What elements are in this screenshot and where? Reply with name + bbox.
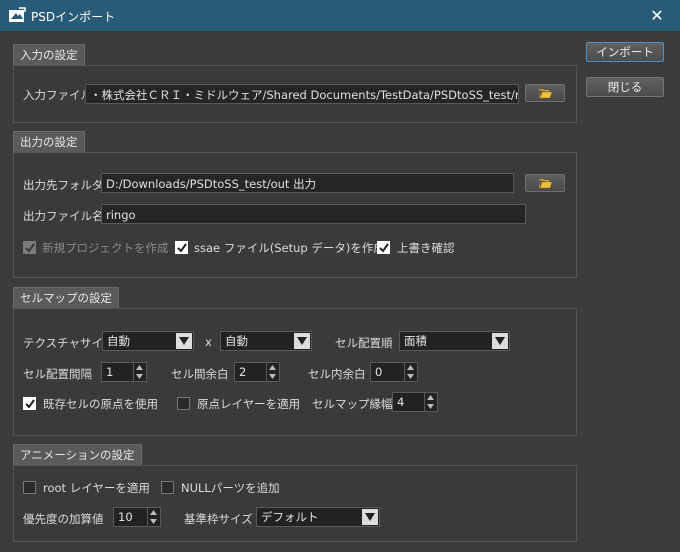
anim-panel <box>13 465 577 542</box>
window-title: PSDインポート <box>31 10 116 24</box>
root-layer-label: root レイヤーを適用 <box>43 481 150 495</box>
priority-label: 優先度の加算値 <box>23 512 104 526</box>
texture-size-label: テクスチャサイズ <box>23 336 115 350</box>
cell-order-label: セル配置順 <box>335 336 393 350</box>
import-button[interactable]: インポート <box>586 42 664 62</box>
spin-down-icon[interactable] <box>405 372 417 381</box>
frame-size-label: 基準枠サイズ <box>184 512 253 526</box>
null-parts-label: NULLパーツを追加 <box>181 481 280 495</box>
priority-value: 10 <box>118 510 133 524</box>
spin-down-icon[interactable] <box>267 372 279 381</box>
cell-spacing-value: 1 <box>106 365 114 379</box>
size-separator: x <box>205 335 212 349</box>
cellmap-section-header: セルマップの設定 <box>13 287 119 309</box>
input-file-field[interactable]: ・株式会社ＣＲＩ・ミドルウェア/Shared Documents/TestDat… <box>85 84 519 104</box>
priority-stepper[interactable]: 10 <box>113 507 161 527</box>
anim-section-header: アニメーションの設定 <box>13 444 142 466</box>
cellmap-border-label: セルマップ縁幅 <box>312 397 393 411</box>
spin-down-icon[interactable] <box>148 517 160 526</box>
new-project-label: 新規プロジェクトを作成 <box>42 241 169 255</box>
dropdown-arrow-icon <box>362 509 378 525</box>
frame-size-value: デフォルト <box>261 510 319 524</box>
cell-inner-label: セル内余白 <box>308 367 366 381</box>
ssae-label: ssae ファイル(Setup データ)を作成 <box>194 241 385 255</box>
cellmap-border-value: 4 <box>397 395 405 409</box>
spin-up-icon[interactable] <box>425 393 437 402</box>
input-browse-button[interactable] <box>525 84 565 102</box>
spin-up-icon[interactable] <box>267 363 279 372</box>
use-origin-checkbox[interactable] <box>23 397 36 410</box>
cell-margin-value: 2 <box>239 365 247 379</box>
dropdown-arrow-icon <box>176 333 192 349</box>
close-icon[interactable]: ✕ <box>634 0 680 31</box>
texture-height-select[interactable]: 自動 <box>220 331 312 351</box>
output-browse-button[interactable] <box>525 174 565 192</box>
checkmark-icon <box>25 243 35 253</box>
spin-up-icon[interactable] <box>134 363 146 372</box>
output-filename-label: 出力ファイル名 <box>23 209 104 223</box>
cell-inner-value: 0 <box>375 365 383 379</box>
input-section-header: 入力の設定 <box>13 44 85 66</box>
cell-margin-label: セル間余白 <box>171 367 229 381</box>
ssae-checkbox[interactable] <box>175 241 188 254</box>
use-origin-label: 既存セルの原点を使用 <box>43 397 158 411</box>
cellmap-panel <box>13 308 577 436</box>
new-project-checkbox <box>23 241 36 254</box>
cell-margin-stepper[interactable]: 2 <box>234 362 280 382</box>
dropdown-arrow-icon <box>492 333 508 349</box>
spin-up-icon[interactable] <box>405 363 417 372</box>
input-file-label: 入力ファイル <box>23 88 92 102</box>
spin-down-icon[interactable] <box>425 402 437 411</box>
output-folder-field[interactable]: D:/Downloads/PSDtoSS_test/out 出力 <box>101 173 514 193</box>
cell-order-value: 面積 <box>404 334 427 348</box>
output-section-header: 出力の設定 <box>13 131 85 153</box>
cell-order-select[interactable]: 面積 <box>399 331 510 351</box>
output-filename-field[interactable]: ringo <box>101 204 526 224</box>
null-parts-checkbox[interactable] <box>161 481 174 494</box>
output-folder-label: 出力先フォルダ <box>23 178 104 192</box>
texture-height-value: 自動 <box>225 334 248 348</box>
frame-size-select[interactable]: デフォルト <box>256 507 380 527</box>
cell-spacing-stepper[interactable]: 1 <box>101 362 147 382</box>
folder-icon <box>539 178 553 189</box>
origin-layer-label: 原点レイヤーを適用 <box>197 397 301 411</box>
checkmark-icon <box>177 243 187 253</box>
overwrite-checkbox[interactable] <box>377 241 390 254</box>
texture-width-value: 自動 <box>107 334 130 348</box>
origin-layer-checkbox[interactable] <box>177 397 190 410</box>
app-icon <box>9 7 26 22</box>
dropdown-arrow-icon <box>294 333 310 349</box>
cell-spacing-label: セル配置間隔 <box>23 367 92 381</box>
texture-width-select[interactable]: 自動 <box>102 331 194 351</box>
root-layer-checkbox[interactable] <box>23 481 36 494</box>
overwrite-label: 上書き確認 <box>397 241 455 255</box>
spin-down-icon[interactable] <box>134 372 146 381</box>
close-button[interactable]: 閉じる <box>586 77 664 97</box>
cellmap-border-stepper[interactable]: 4 <box>392 392 438 412</box>
checkmark-icon <box>25 399 35 409</box>
title-bar: PSDインポート ✕ <box>0 0 680 31</box>
cell-inner-stepper[interactable]: 0 <box>370 362 418 382</box>
spin-up-icon[interactable] <box>148 508 160 517</box>
checkmark-icon <box>379 243 389 253</box>
folder-icon <box>539 88 553 99</box>
